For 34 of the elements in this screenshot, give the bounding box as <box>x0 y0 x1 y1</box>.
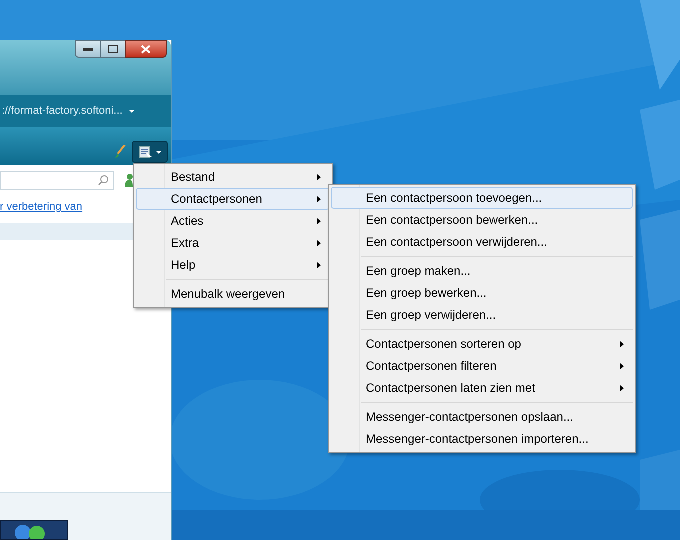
menu-item[interactable]: Acties <box>136 210 330 232</box>
search-icon <box>98 174 109 186</box>
address-bar[interactable]: ://format-factory.softoni... <box>0 95 171 127</box>
menu-item[interactable]: Een groep maken... <box>331 260 633 282</box>
menu-item[interactable]: Contactpersonen laten zien met <box>331 377 633 399</box>
menu-item[interactable]: Menubalk weergeven <box>136 283 330 305</box>
maximize-icon <box>108 45 118 53</box>
menu-item[interactable]: Contactpersonen <box>136 188 330 210</box>
menu-item[interactable]: Een contactpersoon verwijderen... <box>331 231 633 253</box>
dropdown-arrow-icon <box>128 110 135 112</box>
link[interactable]: r verbetering van <box>0 199 83 216</box>
minimize-button[interactable] <box>75 40 101 58</box>
menu-item[interactable]: Een groep verwijderen... <box>331 304 633 326</box>
search-field[interactable] <box>0 170 114 190</box>
menu-item[interactable]: Bestand <box>136 166 330 188</box>
menu-button[interactable] <box>132 141 168 163</box>
caret-icon <box>156 150 162 154</box>
menu-item[interactable]: Messenger-contactpersonen importeren... <box>331 428 633 450</box>
menu-item[interactable]: Messenger-contactpersonen opslaan... <box>331 406 633 428</box>
paintbrush-icon <box>114 145 126 159</box>
menu-item[interactable]: Contactpersonen sorteren op <box>331 333 633 355</box>
window-menu-icon <box>138 146 152 158</box>
menu-item[interactable]: Help <box>136 254 330 276</box>
close-button[interactable] <box>125 40 167 58</box>
minimize-icon <box>83 48 93 50</box>
menu-item[interactable]: Contactpersonen filteren <box>331 355 633 377</box>
app-logo-icon <box>0 520 68 540</box>
menu-item[interactable]: Een contactpersoon bewerken... <box>331 209 633 231</box>
maximize-button[interactable] <box>101 40 125 58</box>
close-icon <box>141 44 151 54</box>
menu-item[interactable]: Extra <box>136 232 330 254</box>
menu-item[interactable]: Een groep bewerken... <box>331 282 633 304</box>
person-icon <box>124 173 133 187</box>
menu-item[interactable]: Een contactpersoon toevoegen... <box>331 187 633 209</box>
